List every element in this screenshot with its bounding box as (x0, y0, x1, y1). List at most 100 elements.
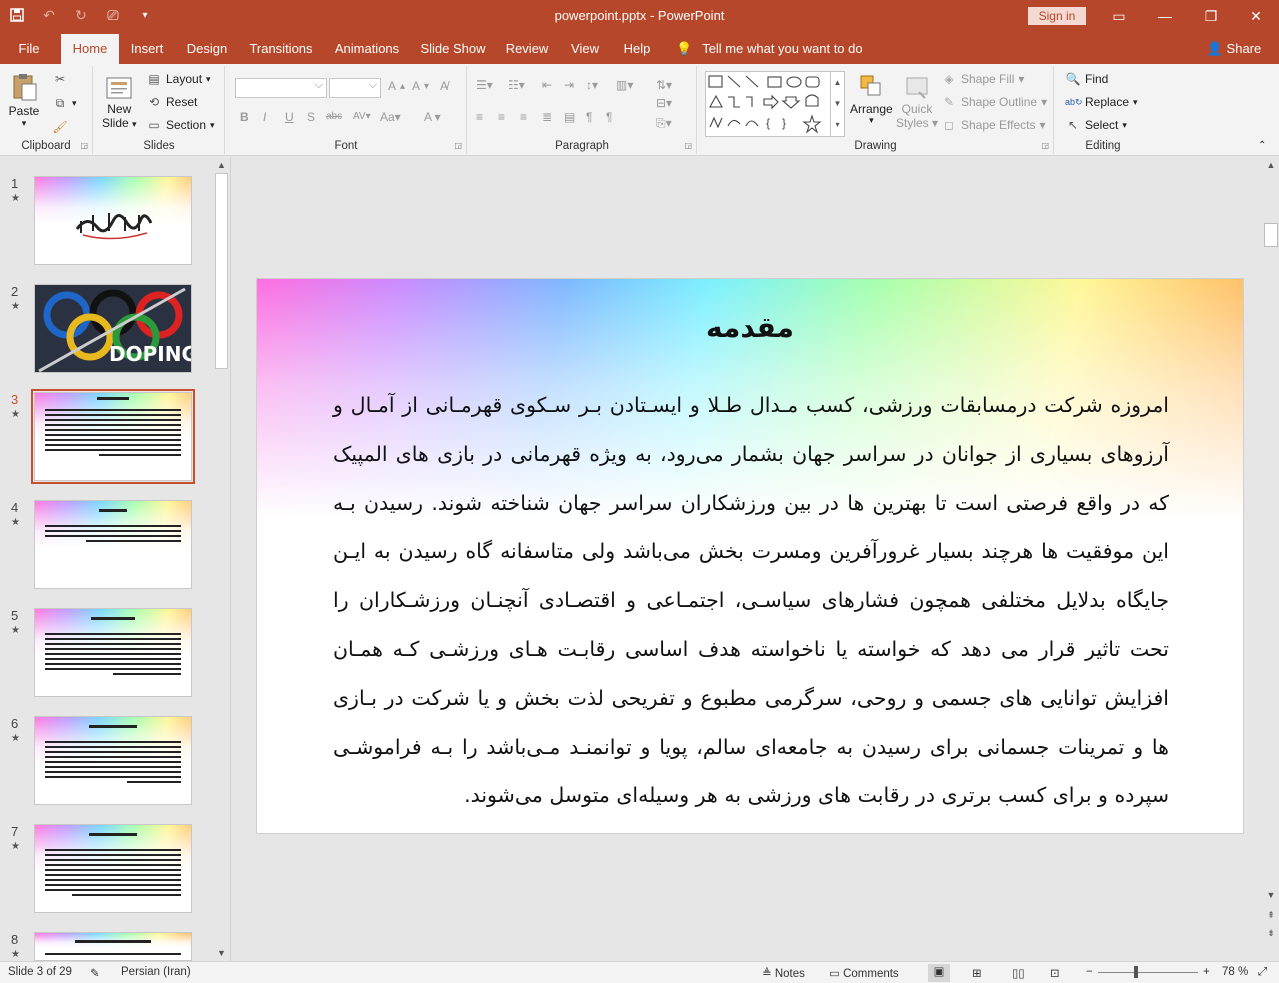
tab-help[interactable]: Help (616, 32, 658, 64)
slide-thumbnail-8[interactable] (34, 932, 192, 961)
notes-button[interactable]: ≜ Notes (762, 966, 805, 980)
tab-view[interactable]: View (564, 32, 606, 64)
quick-styles-button[interactable]: Quick Styles ▾ (896, 72, 938, 130)
language-indicator[interactable]: Persian (Iran) (121, 966, 191, 978)
minimize-icon[interactable]: — (1142, 0, 1188, 32)
slide-thumbnail-4[interactable] (34, 500, 192, 589)
slide-thumbnail-3[interactable] (31, 389, 195, 484)
scroll-down-icon[interactable]: ▼ (213, 945, 230, 961)
reset-button[interactable]: ⟲ Reset (146, 95, 197, 109)
spell-check-icon[interactable]: ✎ (90, 966, 100, 980)
next-slide-icon[interactable]: ⇟ (1263, 925, 1279, 941)
drawing-dialog-launcher-icon[interactable]: ◲ (1041, 141, 1049, 150)
slide-body-text[interactable]: امروزه شرکت درمسابقات ورزشی، کسب مـدال ط… (333, 381, 1169, 820)
layout-button[interactable]: ▤ Layout ▾ (146, 72, 210, 86)
italic-icon[interactable]: I (263, 110, 266, 124)
font-name-combo[interactable] (235, 78, 327, 98)
slide-scroll-thumb[interactable] (1264, 223, 1278, 247)
tab-review[interactable]: Review (500, 32, 554, 64)
slide-thumbnail-7[interactable] (34, 824, 192, 913)
collapse-ribbon-icon[interactable]: ⌃ (1258, 140, 1266, 151)
slide-scrollbar[interactable]: ▲ ▼ ⇞ ⇟ (1263, 157, 1279, 961)
bullets-icon[interactable]: ☰▾ (476, 78, 493, 92)
justify-icon[interactable]: ≣ (542, 110, 552, 124)
change-case-icon[interactable]: Aa▾ (380, 110, 401, 124)
tab-animations[interactable]: Animations (328, 32, 406, 64)
scroll-up-icon[interactable]: ▲ (213, 157, 230, 173)
clipboard-dialog-launcher-icon[interactable]: ◲ (80, 141, 88, 150)
tab-file[interactable]: File (8, 32, 50, 64)
strikethrough-icon[interactable]: abc (326, 111, 342, 122)
decrease-indent-icon[interactable]: ⇤ (542, 78, 552, 92)
font-size-combo[interactable] (329, 78, 381, 98)
reading-view-icon[interactable]: ▯▯ (1012, 966, 1025, 980)
shapes-gallery-scroll[interactable]: ▲ ▼ ▾ (830, 72, 844, 136)
text-direction-icon[interactable]: ⇅▾ (656, 78, 672, 92)
columns-icon[interactable]: ▥▾ (616, 78, 633, 92)
maximize-icon[interactable]: ❐ (1188, 0, 1234, 32)
slide-thumbnail-6[interactable] (34, 716, 192, 805)
normal-view-icon[interactable]: ▣ (928, 964, 950, 982)
font-dialog-launcher-icon[interactable]: ◲ (454, 141, 462, 150)
bold-icon[interactable]: B (240, 110, 249, 124)
tab-design[interactable]: Design (180, 32, 234, 64)
shape-fill-button[interactable]: ◈ Shape Fill ▾ (941, 72, 1024, 86)
increase-font-size-icon[interactable]: A ▴ (388, 79, 405, 93)
align-center-icon[interactable]: ≡ (498, 110, 505, 124)
tell-me-box[interactable]: 💡 Tell me what you want to do (676, 32, 866, 64)
numbering-icon[interactable]: ☷▾ (508, 78, 525, 92)
arrange-button[interactable]: Arrange ▾ (850, 72, 893, 125)
tab-slide-show[interactable]: Slide Show (416, 32, 490, 64)
tab-home[interactable]: Home (61, 34, 119, 64)
font-color-icon[interactable]: A ▾ (424, 110, 441, 124)
zoom-slider[interactable] (1098, 966, 1198, 978)
scroll-up-icon[interactable]: ▲ (1263, 157, 1279, 173)
shape-effects-button[interactable]: ◻ Shape Effects ▾ (941, 118, 1046, 132)
align-right-icon[interactable]: ≡ (520, 110, 527, 124)
slide-sorter-view-icon[interactable]: ⊞ (972, 966, 982, 980)
zoom-slider-knob[interactable] (1134, 966, 1138, 978)
slide-thumbnail-5[interactable] (34, 608, 192, 697)
ltr-icon[interactable]: ¶ (586, 110, 592, 124)
paragraph-dialog-launcher-icon[interactable]: ◲ (684, 141, 692, 150)
paste-button[interactable]: Paste ▾ (8, 72, 40, 128)
select-button[interactable]: ↖ Select ▾ (1065, 118, 1127, 132)
shapes-gallery[interactable]: {} ▲ ▼ ▾ (705, 71, 845, 137)
cut-icon[interactable]: ✂ (52, 72, 68, 86)
new-slide-button[interactable]: New Slide ▾ (102, 72, 137, 130)
character-spacing-icon[interactable]: AV▾ (353, 111, 371, 122)
rtl-icon[interactable]: ¶ (606, 110, 612, 124)
zoom-out-icon[interactable]: − (1086, 966, 1093, 978)
thumbnail-scrollbar[interactable]: ▲ ▼ (213, 157, 230, 961)
comments-button[interactable]: ▭ Comments (829, 966, 899, 980)
replace-button[interactable]: ab↻ Replace ▾ (1065, 95, 1138, 109)
slide-thumbnail-2[interactable]: DOPING (34, 284, 192, 373)
convert-smartart-icon[interactable]: ⎘▾ (656, 116, 672, 131)
tab-insert[interactable]: Insert (124, 32, 170, 64)
scroll-down-icon[interactable]: ▼ (1263, 887, 1279, 903)
previous-slide-icon[interactable]: ⇞ (1263, 907, 1279, 923)
align-text-icon[interactable]: ⊟▾ (656, 96, 672, 110)
zoom-in-icon[interactable]: + (1203, 966, 1210, 978)
shadow-icon[interactable]: S (307, 110, 315, 124)
format-painter-icon[interactable]: 🖌 (52, 120, 68, 134)
align-left-icon[interactable]: ≡ (476, 110, 483, 124)
zoom-level[interactable]: 78 % (1222, 966, 1248, 978)
section-button[interactable]: ▭ Section ▾ (146, 118, 214, 132)
share-button[interactable]: 👤 Share (1204, 32, 1264, 64)
increase-indent-icon[interactable]: ⇥ (564, 78, 574, 92)
find-button[interactable]: 🔍 Find (1065, 72, 1109, 86)
slideshow-view-icon[interactable]: ⊡ (1050, 966, 1060, 980)
close-icon[interactable]: ✕ (1233, 0, 1279, 32)
copy-icon[interactable]: ⧉ ▾ (52, 96, 77, 110)
clear-formatting-icon[interactable]: A̸ (440, 79, 448, 93)
current-slide[interactable]: مقدمه امروزه شرکت درمسابقات ورزشی، کسب م… (256, 278, 1244, 834)
distributed-icon[interactable]: ▤ (564, 110, 575, 124)
decrease-font-size-icon[interactable]: A ▾ (412, 79, 429, 93)
sign-in-button[interactable]: Sign in (1028, 7, 1086, 25)
tab-transitions[interactable]: Transitions (244, 32, 318, 64)
line-spacing-icon[interactable]: ↕▾ (586, 78, 598, 92)
underline-icon[interactable]: U (285, 110, 294, 124)
slide-title[interactable]: مقدمه (257, 311, 1243, 344)
fit-slide-icon[interactable]: ⤢ (1258, 966, 1267, 979)
